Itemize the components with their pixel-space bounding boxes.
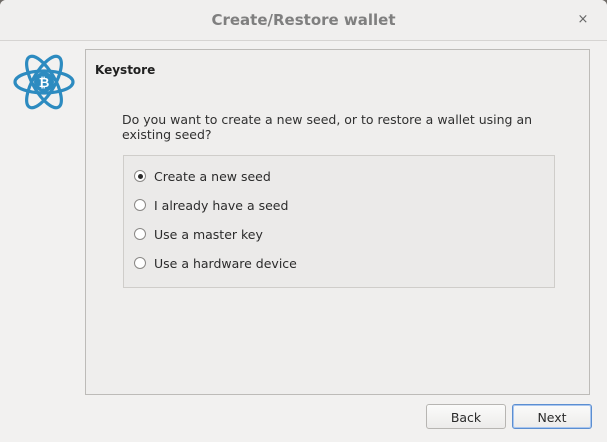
title-bar: Create/Restore wallet × [0,0,607,41]
wallet-wizard-window: Create/Restore wallet × ₿ Keystore Do yo… [0,0,607,442]
electrum-logo-icon: ₿ [11,52,77,112]
keystore-options-group: Create a new seed I already have a seed … [123,155,555,288]
option-hardware-device[interactable]: Use a hardware device [134,253,297,273]
option-label: Use a hardware device [154,255,297,271]
panel-title: Keystore [95,63,156,77]
option-have-seed[interactable]: I already have a seed [134,195,288,215]
option-label: Create a new seed [154,168,271,184]
window-title: Create/Restore wallet [211,11,396,29]
radio-button[interactable] [134,199,146,211]
option-label: Use a master key [154,226,263,242]
keystore-panel: Keystore Do you want to create a new see… [85,49,590,395]
option-label: I already have a seed [154,197,289,213]
svg-text:₿: ₿ [39,76,50,91]
back-button[interactable]: Back [426,404,506,429]
option-create-new-seed[interactable]: Create a new seed [134,166,271,186]
next-button[interactable]: Next [512,404,592,429]
option-master-key[interactable]: Use a master key [134,224,263,244]
seed-question: Do you want to create a new seed, or to … [122,112,533,142]
radio-button[interactable] [134,257,146,269]
bitcoin-atom-icon: ₿ [13,54,75,110]
radio-button[interactable] [134,228,146,240]
radio-button-checked[interactable] [134,170,146,182]
close-icon[interactable]: × [573,10,593,30]
